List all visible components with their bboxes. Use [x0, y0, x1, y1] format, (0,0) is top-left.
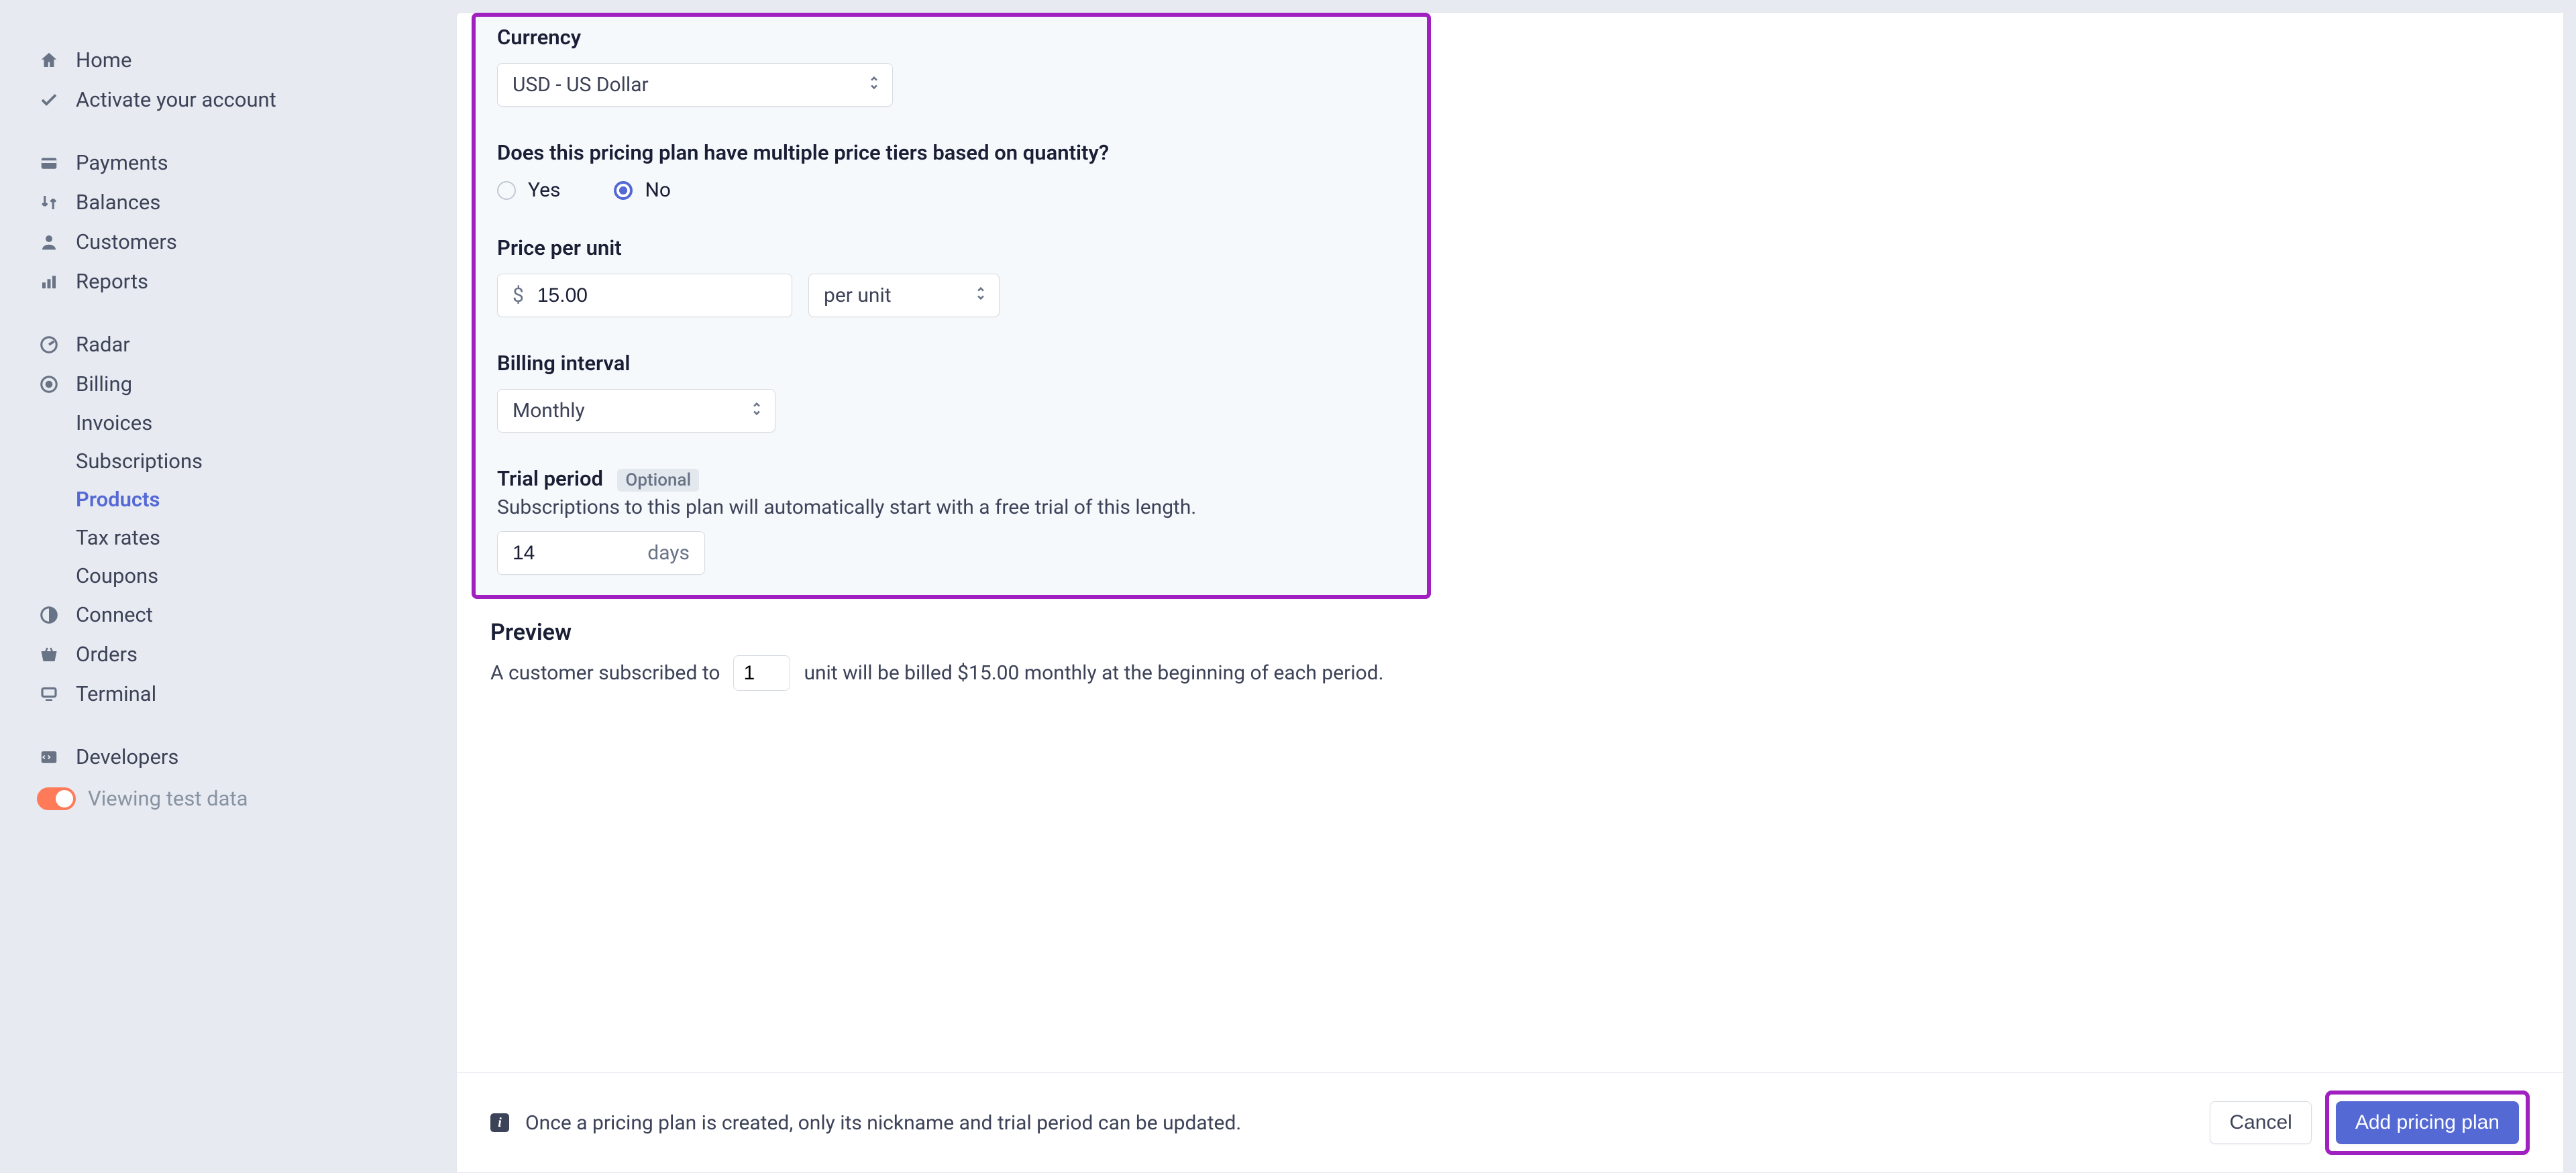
radio-label: No	[645, 178, 671, 202]
nav-label: Connect	[76, 602, 153, 627]
trial-input-wrap[interactable]: days	[497, 531, 705, 575]
nav-label: Terminal	[76, 681, 156, 706]
nav-label: Billing	[76, 372, 132, 396]
info-icon: i	[490, 1113, 509, 1132]
main-panel: Currency USD - US Dollar Does this prici…	[456, 12, 2564, 1173]
nav-label: Home	[76, 48, 131, 72]
preview-suffix: unit will be billed $15.00 monthly at th…	[804, 661, 1383, 685]
nav-home[interactable]: Home	[37, 40, 423, 80]
nav-label: Customers	[76, 229, 177, 254]
home-icon	[37, 48, 60, 72]
tiers-label: Does this pricing plan have multiple pri…	[497, 140, 1405, 165]
nav-payments[interactable]: Payments	[37, 143, 423, 182]
basket-icon	[37, 643, 60, 666]
nav-label: Balances	[76, 190, 160, 215]
person-icon	[37, 230, 60, 254]
trial-suffix: days	[647, 541, 690, 565]
test-mode-row: Viewing test data	[37, 777, 423, 820]
nav-label: Payments	[76, 150, 168, 175]
currency-symbol: $	[513, 284, 524, 307]
preview-title: Preview	[490, 619, 2530, 646]
sub-subscriptions[interactable]: Subscriptions	[37, 442, 423, 480]
cancel-button[interactable]: Cancel	[2210, 1101, 2311, 1144]
unit-select[interactable]: per unit	[808, 274, 1000, 317]
interval-label: Billing interval	[497, 351, 1405, 376]
trial-help: Subscriptions to this plan will automati…	[497, 496, 1405, 519]
trial-label: Trial period	[497, 466, 603, 491]
trial-input[interactable]	[513, 542, 559, 565]
radar-icon	[37, 333, 60, 356]
price-input[interactable]	[537, 284, 777, 307]
price-input-wrap[interactable]: $	[497, 274, 792, 317]
terminal-icon	[37, 682, 60, 706]
nav-customers[interactable]: Customers	[37, 222, 423, 262]
interval-select[interactable]: Monthly	[497, 389, 775, 433]
sub-tax-rates[interactable]: Tax rates	[37, 518, 423, 557]
nav-terminal[interactable]: Terminal	[37, 674, 423, 714]
sub-products[interactable]: Products	[37, 480, 423, 518]
pricing-form-highlight: Currency USD - US Dollar Does this prici…	[472, 13, 1431, 599]
radio-icon-checked	[614, 181, 633, 200]
nav-label: Activate your account	[76, 87, 276, 112]
transfer-icon	[37, 190, 60, 214]
radio-label: Yes	[528, 178, 560, 202]
test-mode-toggle[interactable]	[37, 787, 76, 810]
nav-radar[interactable]: Radar	[37, 325, 423, 364]
footer: i Once a pricing plan is created, only i…	[457, 1072, 2563, 1172]
test-mode-label: Viewing test data	[88, 786, 248, 811]
preview-unit-input[interactable]	[743, 662, 780, 685]
wallet-icon	[37, 151, 60, 174]
preview-unit-input-wrap[interactable]	[733, 655, 790, 691]
radio-yes[interactable]: Yes	[497, 178, 560, 202]
preview-prefix: A customer subscribed to	[490, 661, 720, 685]
nav-developers[interactable]: Developers	[37, 737, 423, 777]
footer-note: Once a pricing plan is created, only its…	[525, 1111, 2210, 1135]
radio-no[interactable]: No	[614, 178, 671, 202]
sub-invoices[interactable]: Invoices	[37, 404, 423, 442]
price-label: Price per unit	[497, 235, 1405, 260]
code-icon	[37, 745, 60, 769]
check-icon	[37, 88, 60, 111]
connect-icon	[37, 603, 60, 626]
add-pricing-plan-button[interactable]: Add pricing plan	[2336, 1101, 2519, 1144]
nav-label: Reports	[76, 269, 148, 294]
nav-orders[interactable]: Orders	[37, 634, 423, 674]
sidebar: Home Activate your account Payments Bala…	[0, 0, 456, 1173]
nav-label: Radar	[76, 332, 130, 357]
nav-activate[interactable]: Activate your account	[37, 80, 423, 119]
currency-label: Currency	[497, 25, 1405, 50]
submit-highlight: Add pricing plan	[2325, 1091, 2530, 1155]
sub-coupons[interactable]: Coupons	[37, 557, 423, 595]
nav-billing[interactable]: Billing	[37, 364, 423, 404]
nav-reports[interactable]: Reports	[37, 262, 423, 301]
billing-icon	[37, 372, 60, 396]
nav-label: Developers	[76, 744, 178, 769]
preview-section: Preview A customer subscribed to unit wi…	[457, 599, 2563, 704]
radio-icon	[497, 181, 516, 200]
chart-icon	[37, 270, 60, 293]
currency-select[interactable]: USD - US Dollar	[497, 63, 893, 107]
nav-connect[interactable]: Connect	[37, 595, 423, 634]
nav-balances[interactable]: Balances	[37, 182, 423, 222]
nav-label: Orders	[76, 642, 138, 667]
optional-badge: Optional	[617, 469, 699, 492]
